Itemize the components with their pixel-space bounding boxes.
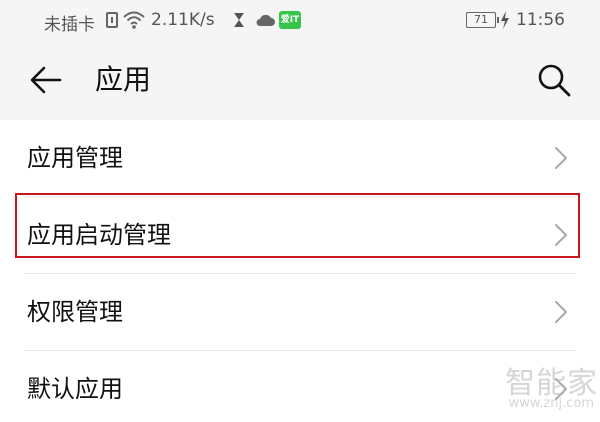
- list-item-label: 默认应用: [27, 375, 123, 403]
- battery-icon: 71: [466, 12, 499, 28]
- list-item-permission-management[interactable]: 权限管理: [24, 274, 576, 351]
- page-title: 应用: [95, 63, 152, 96]
- hourglass-icon: [234, 13, 244, 27]
- sim-alert-icon: [106, 12, 118, 28]
- list-item-label: 应用管理: [27, 144, 123, 172]
- list-item-label: 权限管理: [27, 298, 123, 326]
- chevron-right-icon: [555, 147, 567, 169]
- arrow-left-icon[interactable]: [28, 62, 64, 98]
- status-bar: 未插卡 2.11K/s 爱IT 71 11:56: [0, 0, 600, 40]
- clock: 11:56: [516, 10, 565, 30]
- search-icon[interactable]: [536, 62, 572, 98]
- watermark: 智能家 www.znj.com: [490, 358, 598, 416]
- app-badge-icon: 爱IT: [279, 11, 301, 29]
- list-item-app-launch-management[interactable]: 应用启动管理: [24, 197, 576, 274]
- cloud-icon: [256, 14, 275, 26]
- carrier-label: 未插卡: [44, 15, 95, 35]
- list-item-app-management[interactable]: 应用管理: [24, 120, 576, 197]
- chevron-right-icon: [555, 301, 567, 323]
- wifi-icon: [123, 11, 145, 29]
- app-bar: 应用: [0, 40, 600, 120]
- watermark-url: www.znj.com: [508, 396, 594, 411]
- charging-bolt-icon: [501, 11, 509, 29]
- chevron-right-icon: [555, 224, 567, 246]
- list-item-label: 应用启动管理: [27, 221, 171, 249]
- network-speed: 2.11K/s: [151, 10, 215, 30]
